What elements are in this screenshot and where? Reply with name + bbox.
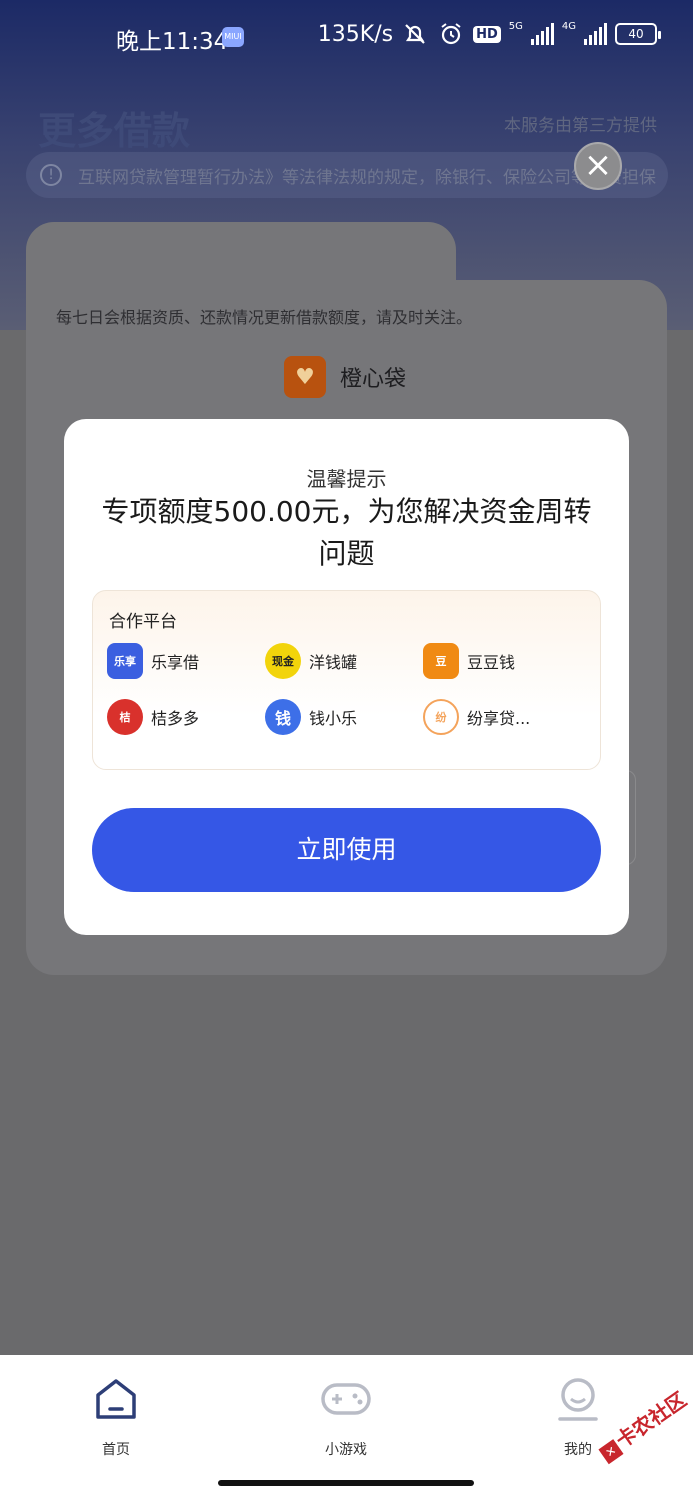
- hd-icon: HD: [473, 25, 501, 43]
- partner-item[interactable]: 纷 纷享贷...: [423, 699, 530, 735]
- profile-icon: [556, 1377, 600, 1421]
- dialog-subtitle: 温馨提示: [306, 467, 387, 491]
- info-icon: !: [40, 164, 62, 186]
- notice-text: 互联网贷款管理暂行办法》等法律法规的规定，除银行、保险公司等融资担保: [78, 167, 656, 188]
- partner-name: 桔多多: [151, 709, 200, 728]
- signal-5g-icon: [530, 23, 554, 45]
- gamepad-icon: [320, 1377, 372, 1421]
- card-note: 每七日会根据资质、还款情况更新借款额度，请及时关注。: [56, 308, 473, 327]
- partner-name: 纷享贷...: [467, 709, 531, 728]
- partner-name: 钱小乐: [309, 709, 358, 728]
- network-5g-label: 5G: [508, 20, 523, 32]
- tip-dialog: 温馨提示 专项额度500.00元，为您解决资金周转问题 合作平台 乐享 乐享借 …: [64, 419, 629, 935]
- home-icon: [94, 1377, 138, 1421]
- legal-notice-bar: ! 互联网贷款管理暂行办法》等法律法规的规定，除银行、保险公司等融资担保: [26, 152, 668, 198]
- bottom-nav: 首页 小游戏 我的: [0, 1355, 693, 1500]
- network-4g-label: 4G: [561, 20, 576, 32]
- miui-icon: MIUI: [222, 27, 244, 47]
- partner-item[interactable]: 桔 桔多多: [107, 699, 199, 735]
- use-now-button[interactable]: 立即使用: [92, 808, 601, 892]
- partner-name: 豆豆钱: [467, 653, 516, 672]
- dialog-title: 专项额度500.00元，为您解决资金周转问题: [101, 495, 592, 570]
- lexiangjie-logo-icon: 乐享: [107, 643, 143, 679]
- nav-label-games: 小游戏: [325, 1442, 367, 1458]
- fenxiangdai-logo-icon: 纷: [423, 699, 459, 735]
- page-title: 更多借款: [38, 109, 191, 153]
- status-bar: 晚上11:34 MIUI 135K/s HD 5G 4G 40: [0, 0, 693, 78]
- status-indicators: 135K/s HD 5G 4G 40: [317, 20, 661, 48]
- doudouqian-logo-icon: 豆: [423, 643, 459, 679]
- alarm-icon: [437, 20, 465, 48]
- battery-icon: 40: [615, 23, 661, 45]
- partner-name: 洋钱罐: [309, 653, 358, 672]
- yangqianguan-logo-icon: 现金: [265, 643, 301, 679]
- brand-row: ♥ 橙心袋: [284, 356, 406, 398]
- nav-item-home[interactable]: 首页: [56, 1377, 176, 1459]
- signal-4g-icon: [584, 23, 607, 45]
- close-icon[interactable]: ×: [574, 142, 622, 190]
- partner-platforms: 合作平台 乐享 乐享借 现金 洋钱罐 豆 豆豆钱 桔 桔多多 钱 钱小乐 纷 纷…: [92, 590, 601, 770]
- partner-item[interactable]: 乐享 乐享借: [107, 643, 199, 679]
- chengxindai-logo-icon: ♥: [284, 356, 326, 398]
- juduoduo-logo-icon: 桔: [107, 699, 143, 735]
- partner-item[interactable]: 钱 钱小乐: [265, 699, 357, 735]
- partner-name: 乐享借: [151, 653, 200, 672]
- network-speed: 135K/s: [317, 21, 394, 47]
- partner-item[interactable]: 现金 洋钱罐: [265, 643, 357, 679]
- provider-note: 本服务由第三方提供: [504, 116, 657, 136]
- brand-name: 橙心袋: [340, 367, 407, 392]
- status-time: 晚上11:34: [116, 29, 229, 55]
- partner-section-title: 合作平台: [109, 612, 177, 632]
- bell-muted-icon: [401, 20, 429, 48]
- nav-item-games[interactable]: 小游戏: [286, 1377, 406, 1459]
- qianxiaole-logo-icon: 钱: [265, 699, 301, 735]
- partner-item[interactable]: 豆 豆豆钱: [423, 643, 515, 679]
- nav-label-home: 首页: [102, 1442, 130, 1458]
- home-indicator: [218, 1480, 474, 1486]
